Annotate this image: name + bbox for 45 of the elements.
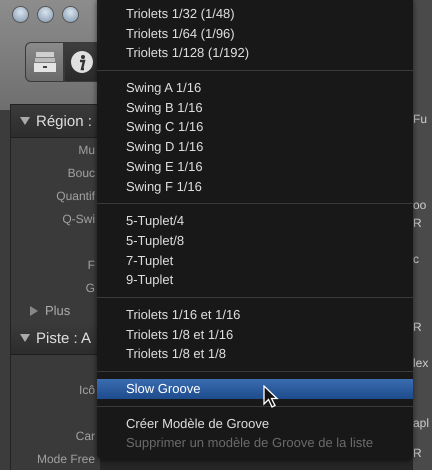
window-zoom-button[interactable] [63, 7, 78, 22]
menu-item[interactable]: Triolets 1/16 et 1/16 [97, 304, 413, 325]
partial-label: c [413, 252, 420, 266]
field-label: Mu [78, 142, 95, 156]
disclosure-triangle-icon[interactable] [29, 306, 39, 316]
menu-item[interactable]: Swing A 1/16 [97, 78, 413, 98]
menu-item[interactable]: Créer Modèle de Groove [97, 414, 413, 434]
menu-item[interactable]: Triolets 1/8 et 1/8 [97, 344, 413, 364]
mouse-pointer-icon [263, 385, 279, 409]
field-label: Mode Free [36, 452, 95, 466]
partial-label: R [413, 320, 423, 334]
more-label[interactable]: Plus [45, 303, 70, 318]
window-close-button[interactable] [13, 7, 28, 22]
menu-item[interactable]: Swing E 1/16 [97, 156, 413, 176]
field-label: G [86, 280, 95, 294]
library-button[interactable] [25, 42, 64, 82]
field-label: Bouc [68, 166, 95, 180]
field-label: Q-Swi [62, 212, 95, 226]
menu-item[interactable]: Triolets 1/64 (1/96) [97, 24, 413, 44]
partial-label: R [413, 216, 423, 230]
field-label: Icô [78, 382, 95, 396]
menu-item[interactable]: 5-Tuplet/8 [97, 230, 413, 251]
field-label: Car [76, 428, 95, 442]
menu-item[interactable]: Triolets 1/32 (1/48) [97, 4, 413, 24]
menu-item[interactable]: Triolets 1/8 et 1/16 [97, 324, 413, 344]
menu-item[interactable]: Swing D 1/16 [97, 137, 413, 157]
partial-label: lex [413, 356, 430, 370]
menu-item[interactable]: Swing C 1/16 [97, 117, 413, 138]
field-label: Quantif [56, 188, 95, 202]
menu-item[interactable]: Triolets 1/128 (1/192) [97, 43, 413, 64]
field-label: F [88, 258, 95, 272]
menu-item[interactable]: Swing F 1/16 [97, 176, 413, 196]
menu-item[interactable]: Swing B 1/16 [97, 98, 413, 118]
partial-label: Fu [413, 112, 428, 126]
menu-item[interactable]: 5-Tuplet/4 [97, 211, 413, 231]
menu-item[interactable]: 7-Tuplet [97, 250, 413, 270]
inspector-button[interactable] [64, 42, 100, 82]
drawer-icon [32, 51, 57, 73]
menu-item[interactable]: 9-Tuplet [97, 270, 413, 290]
partial-label: R [413, 446, 423, 460]
menu-item[interactable]: Slow Groove [97, 379, 413, 399]
info-icon [70, 50, 94, 74]
partial-label: apl [413, 416, 430, 430]
window-minimize-button[interactable] [38, 7, 53, 22]
partial-label: oo [413, 198, 428, 212]
